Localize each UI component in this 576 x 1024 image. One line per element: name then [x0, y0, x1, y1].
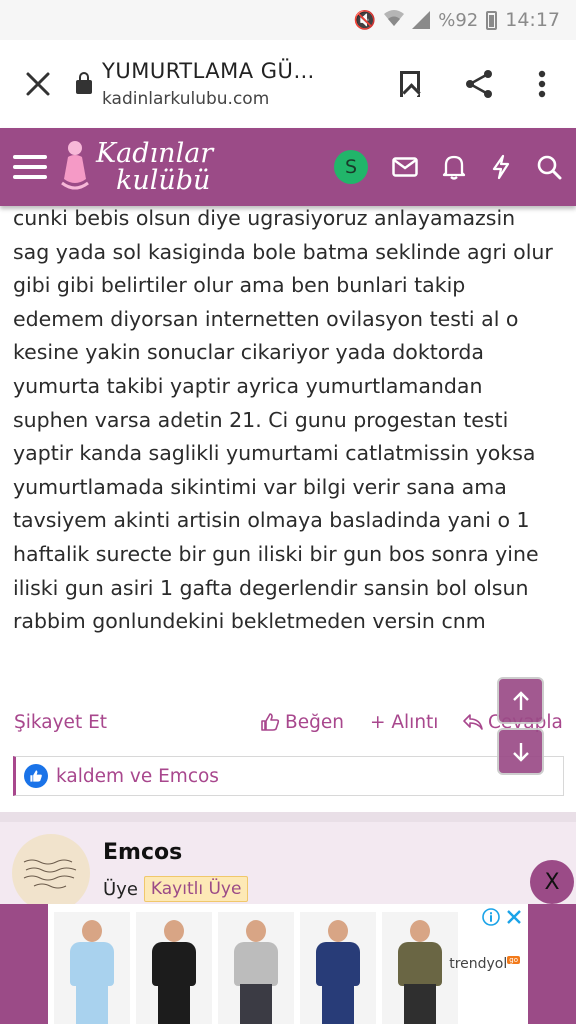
browser-bar: YUMURTLAMA GÜ… kadinlarkulubu.com: [0, 40, 576, 128]
ad-close-button[interactable]: X: [530, 860, 574, 904]
scroll-down-button[interactable]: [497, 728, 544, 775]
post-divider: [0, 812, 576, 822]
report-link[interactable]: Şikayet Et: [14, 712, 107, 733]
reactions-text: kaldem ve Emcos: [56, 765, 219, 787]
ad-content[interactable]: trendyol go: [48, 904, 528, 1024]
status-icons: 🔇 %92: [353, 9, 498, 32]
user-name[interactable]: Emcos: [103, 840, 182, 865]
site-header: Kadınlar kulübü S: [0, 128, 576, 206]
like-reaction-icon: [24, 764, 48, 788]
page-url: kadinlarkulubu.com: [102, 89, 270, 109]
ad-product-image[interactable]: [136, 912, 212, 1024]
post-line: yumurta takibi yaptir ayrica yumurtlaman…: [13, 373, 483, 398]
mail-icon[interactable]: [392, 157, 418, 177]
reactions-bar[interactable]: kaldem ve Emcos: [13, 756, 564, 796]
more-menu-icon[interactable]: [538, 70, 546, 98]
user-card: Emcos Üye Kayıtlı Üye: [0, 822, 576, 912]
close-icon[interactable]: [506, 909, 522, 925]
lightning-icon[interactable]: [490, 154, 512, 180]
post-line: yaptir kanda saglikli yumurtami catlatmi…: [13, 441, 536, 466]
ad-brand-logo[interactable]: trendyol go: [449, 956, 520, 972]
post-line: suphen varsa adetin 21. Ci gunu progesta…: [13, 407, 509, 432]
clock: 14:17: [505, 9, 560, 31]
ad-product-image[interactable]: [218, 912, 294, 1024]
post-line: iliski gun asiri 1 gafta degerlendir san…: [13, 575, 529, 600]
post-line: tavsiyem akinti artisin olmaya basladind…: [13, 508, 530, 533]
ad-brand-name: trendyol: [449, 956, 508, 972]
close-icon: [26, 72, 50, 96]
site-logo[interactable]: Kadınlar kulübü: [58, 139, 288, 195]
lock-icon: [76, 72, 92, 94]
scroll-up-button[interactable]: [497, 677, 544, 724]
info-icon[interactable]: [482, 908, 500, 926]
menu-icon[interactable]: [0, 155, 58, 179]
post-line: rabbim gonlundekini bekletmeden versin c…: [13, 609, 486, 634]
user-role-row: Üye Kayıtlı Üye: [103, 876, 249, 902]
battery-icon: [486, 10, 498, 30]
user-badge: Kayıtlı Üye: [143, 876, 249, 902]
reply-icon: [463, 714, 483, 730]
quote-button[interactable]: + Alıntı: [370, 712, 438, 733]
logo-figure-icon: [61, 141, 89, 190]
post-line: gibi gibi belirtiler olur ama ben bunlar…: [13, 273, 466, 298]
bell-icon[interactable]: [442, 154, 466, 180]
status-bar: 🔇 %92 14:17: [0, 0, 576, 40]
search-icon[interactable]: [536, 154, 562, 180]
arrow-up-icon: [512, 690, 529, 710]
page: 🔇 %92 14:17 YUMURTLAMA GÜ… kadinlarkulub…: [0, 0, 576, 1024]
share-icon[interactable]: [464, 69, 494, 99]
user-avatar-button[interactable]: S: [334, 150, 368, 184]
bookmark-icon[interactable]: [400, 71, 420, 97]
ad-product-image[interactable]: [300, 912, 376, 1024]
page-title: YUMURTLAMA GÜ…: [102, 59, 315, 83]
like-button[interactable]: Beğen: [260, 712, 344, 733]
address-area[interactable]: YUMURTLAMA GÜ… kadinlarkulubu.com: [76, 59, 400, 109]
signal-icon: [412, 11, 431, 29]
post-line: yumurtlamada sikintimi var bilgi verir s…: [13, 474, 507, 499]
logo-line-2: kulübü: [116, 165, 211, 196]
post-line: sag yada sol kasiginda bole batma seklin…: [13, 239, 553, 264]
post-line: cunki bebis olsun diye ugrasiyoruz anlay…: [13, 206, 516, 230]
post-line: kesine yakin sonuclar cikariyor yada dok…: [13, 340, 484, 365]
thumbs-up-icon: [261, 713, 280, 731]
avatar-handwriting-image: [23, 859, 77, 889]
ad-banner[interactable]: trendyol go: [0, 904, 576, 1024]
like-label: Beğen: [285, 711, 344, 733]
arrow-down-icon: [512, 742, 529, 762]
post-body: cunki bebis olsun diye ugrasiyoruz anlay…: [0, 188, 576, 639]
logo-line-1: Kadınlar: [96, 138, 214, 169]
post-line: edemem diyorsan internetten ovilasyon te…: [13, 306, 519, 331]
post-line: haftalik surecte bir gun iliski bir gun …: [13, 541, 539, 566]
ad-product-image[interactable]: [382, 912, 458, 1024]
post-actions: Şikayet Et Beğen + Alıntı Cevapla: [0, 702, 576, 742]
ad-brand-tag: go: [507, 956, 520, 965]
battery-percent: %92: [438, 9, 479, 31]
user-avatar-image[interactable]: [12, 834, 90, 912]
wifi-icon: [384, 9, 405, 32]
close-tab-button[interactable]: [0, 71, 76, 97]
mute-icon: 🔇: [353, 9, 377, 31]
post-content: cunki bebis olsun diye ugrasiyoruz anlay…: [0, 188, 576, 678]
ad-choices[interactable]: [482, 908, 522, 926]
user-role: Üye: [103, 878, 138, 900]
ad-product-image[interactable]: [54, 912, 130, 1024]
